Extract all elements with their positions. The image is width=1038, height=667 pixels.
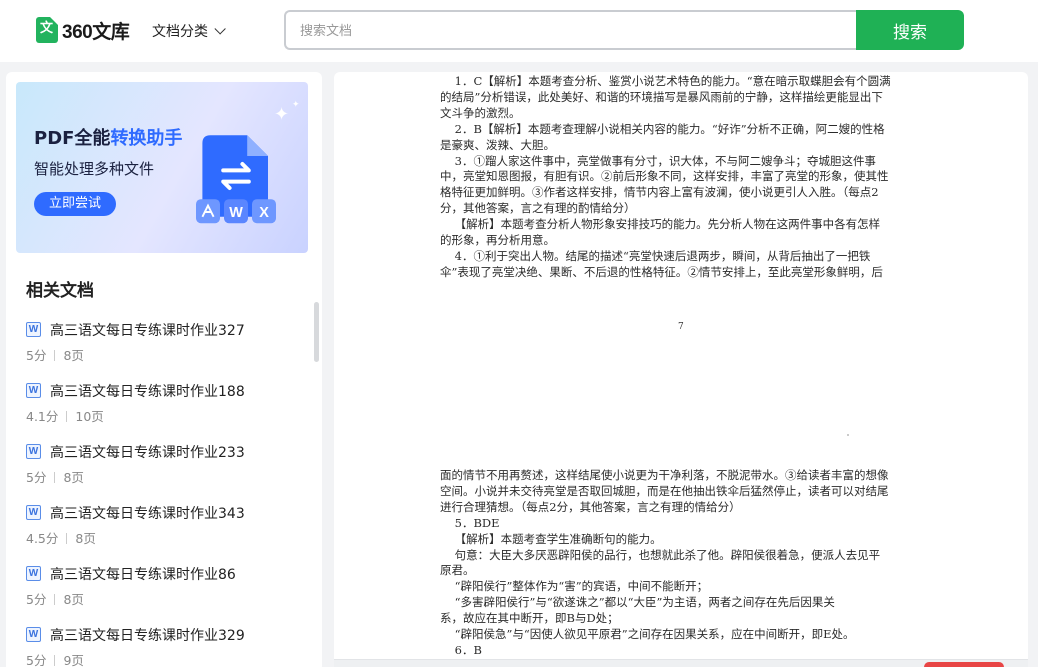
word-doc-icon: W xyxy=(26,322,41,337)
doc-line: 1．C【解析】本题考查分析、鉴赏小说艺术特色的能力。“意在暗示取蝶胆会有个圆满 xyxy=(440,74,891,88)
doc-line: 分，其他答案，言之有理的酌情给分） xyxy=(440,201,636,216)
related-doc-item[interactable]: W 高三语文每日专练课时作业86 5分 8页 xyxy=(26,564,296,614)
doc-line: “辟阳侯行”整体作为“害”的宾语，中间不能断开； xyxy=(440,579,709,594)
top-header: 文 360文库 文档分类 搜索 xyxy=(0,0,1038,62)
related-doc-item[interactable]: W 高三语文每日专练课时作业343 4.5分 8页 xyxy=(26,503,296,553)
doc-line: 伞”表现了亮堂决绝、果断、不后退的性格特征。②情节安排上，至此亮堂形象鲜明，后 xyxy=(440,264,883,279)
doc-line: 的结局”分析错误，此处美好、和谐的环境描写是暴风雨前的宁静，这样描绘更能显出下 xyxy=(440,89,883,104)
doc-line: 5．BDE xyxy=(440,515,500,530)
doc-meta: 5分 8页 xyxy=(26,348,84,363)
related-doc-item[interactable]: W 高三语文每日专练课时作业188 4.1分 10页 xyxy=(26,381,296,431)
logo-icon: 文 xyxy=(36,17,58,43)
doc-meta: 5分 8页 xyxy=(26,470,84,485)
doc-line: 是豪爽、泼辣、大胆。 xyxy=(440,137,555,152)
banner-title: PDF全能转换助手 xyxy=(34,128,183,149)
related-doc-item[interactable]: W 高三语文每日专练课时作业233 5分 8页 xyxy=(26,442,296,492)
doc-line: 6．B xyxy=(440,642,482,657)
doc-line: 【解析】本题考查学生准确断句的能力。 xyxy=(440,531,662,546)
file-convert-icon: W X xyxy=(196,135,276,224)
doc-line: 进行合理猜想。（每点2分，其他答案，言之有理的情给分） xyxy=(440,499,741,514)
doc-line: 4．①利于突出人物。结尾的描述“亮堂快速后退两步，瞬间，从背后抽出了一把铁 xyxy=(440,248,871,263)
doc-line: 系，故应在其中断开，即B与D处； xyxy=(440,611,619,626)
word-doc-icon: W xyxy=(26,566,41,581)
sidebar: ✦ ✦ PDF全能转换助手 智能处理多种文件 立即尝试 W X 相关文档 W 高… xyxy=(6,72,322,667)
related-docs-heading: 相关文档 xyxy=(26,281,94,301)
word-badge: W xyxy=(229,205,243,221)
page-number: 7 xyxy=(678,322,684,332)
category-label: 文档分类 xyxy=(152,24,208,40)
word-doc-icon: W xyxy=(26,627,41,642)
sparkle-icon: ✦ xyxy=(292,100,300,110)
logo-text: 360文库 xyxy=(62,21,130,43)
document-viewer[interactable]: 1．C【解析】本题考查分析、鉴赏小说艺术特色的能力。“意在暗示取蝶胆会有个圆满 … xyxy=(334,72,1028,667)
doc-line: “多害辟阳侯行”与“欲遂诛之”都以“大臣”为主语，两者之间存在先后因果关 xyxy=(440,595,835,610)
doc-title[interactable]: 高三语文每日专练课时作业329 xyxy=(50,625,245,645)
search-input[interactable] xyxy=(284,10,858,50)
page-mark xyxy=(847,434,849,436)
action-button-partial[interactable] xyxy=(924,662,1004,667)
doc-line: 原君。 xyxy=(440,563,475,578)
doc-title[interactable]: 高三语文每日专练课时作业233 xyxy=(50,442,245,462)
doc-line: “辟阳侯急”与“因使人欲见平原君”之间存在因果关系，应在中间断开，即E处。 xyxy=(440,627,855,642)
doc-line: 空间。小说并未交待亮堂是否取回城胆，而是在他抽出铁伞后猛然停止，读者可以对结尾 xyxy=(440,483,889,498)
doc-line: 3．①蹓人家这件事中，亮堂做事有分寸，识大体，不与阿二嫂争斗；夺城胆这件事 xyxy=(440,153,876,168)
logo[interactable]: 文 360文库 xyxy=(36,16,130,44)
doc-line: 格特征更加鲜明。③作者这样安排，情节内容上富有波澜，使小说更引人入胜。（每点2 xyxy=(440,185,879,200)
banner-subtitle: 智能处理多种文件 xyxy=(34,160,155,178)
related-doc-item[interactable]: W 高三语文每日专练课时作业327 5分 8页 xyxy=(26,320,296,370)
document-text-lower: 面的情节不用再赘述，这样结尾使小说更为干净利落，不脱泥带水。③给读者丰富的想像 … xyxy=(440,468,926,659)
sidebar-scrollbar[interactable] xyxy=(314,302,319,362)
document-text-upper: 1．C【解析】本题考查分析、鉴赏小说艺术特色的能力。“意在暗示取蝶胆会有个圆满 … xyxy=(440,74,926,281)
doc-title[interactable]: 高三语文每日专练课时作业327 xyxy=(50,320,245,340)
doc-title[interactable]: 高三语文每日专练课时作业188 xyxy=(50,381,245,401)
doc-line: 句意：大臣大多厌恶辟阳侯的品行，也想就此杀了他。辟阳侯很着急，便派人去见平 xyxy=(440,547,881,562)
word-doc-icon: W xyxy=(26,383,41,398)
doc-meta: 5分 9页 xyxy=(26,653,84,667)
related-doc-item[interactable]: W 高三语文每日专练课时作业329 5分 9页 xyxy=(26,625,296,667)
doc-title[interactable]: 高三语文每日专练课时作业86 xyxy=(50,564,236,584)
promo-banner[interactable]: ✦ ✦ PDF全能转换助手 智能处理多种文件 立即尝试 W X xyxy=(16,82,308,253)
doc-line: 2．B【解析】本题考查理解小说相关内容的能力。“好诈”分析不正确，阿二嫂的性格 xyxy=(440,121,885,136)
try-now-button[interactable]: 立即尝试 xyxy=(34,192,116,216)
doc-meta: 4.5分 8页 xyxy=(26,531,96,546)
doc-line: 面的情节不用再赘述，这样结尾使小说更为干净利落，不脱泥带水。③给读者丰富的想像 xyxy=(440,468,889,482)
category-dropdown[interactable]: 文档分类 xyxy=(152,21,226,41)
doc-meta: 5分 8页 xyxy=(26,592,84,607)
sparkle-icon: ✦ xyxy=(274,104,290,125)
doc-line: 【解析】本题考查分析人物形象安排技巧的能力。先分析人物在这两件事中各有怎样 xyxy=(440,217,881,232)
doc-line: 文斗争的激烈。 xyxy=(440,105,521,120)
doc-line: 的形象，再分析用意。 xyxy=(440,233,555,248)
excel-badge: X xyxy=(259,205,269,221)
word-doc-icon: W xyxy=(26,505,41,520)
doc-line: 中，亮堂知恩图报，有胆有识。②前后形象不同，这样安排，丰富了亮堂的形象，使其性 xyxy=(440,169,889,184)
doc-title[interactable]: 高三语文每日专练课时作业343 xyxy=(50,503,245,523)
doc-meta: 4.1分 10页 xyxy=(26,409,104,424)
chevron-down-icon xyxy=(214,23,226,35)
search-button[interactable]: 搜索 xyxy=(856,10,964,50)
word-doc-icon: W xyxy=(26,444,41,459)
